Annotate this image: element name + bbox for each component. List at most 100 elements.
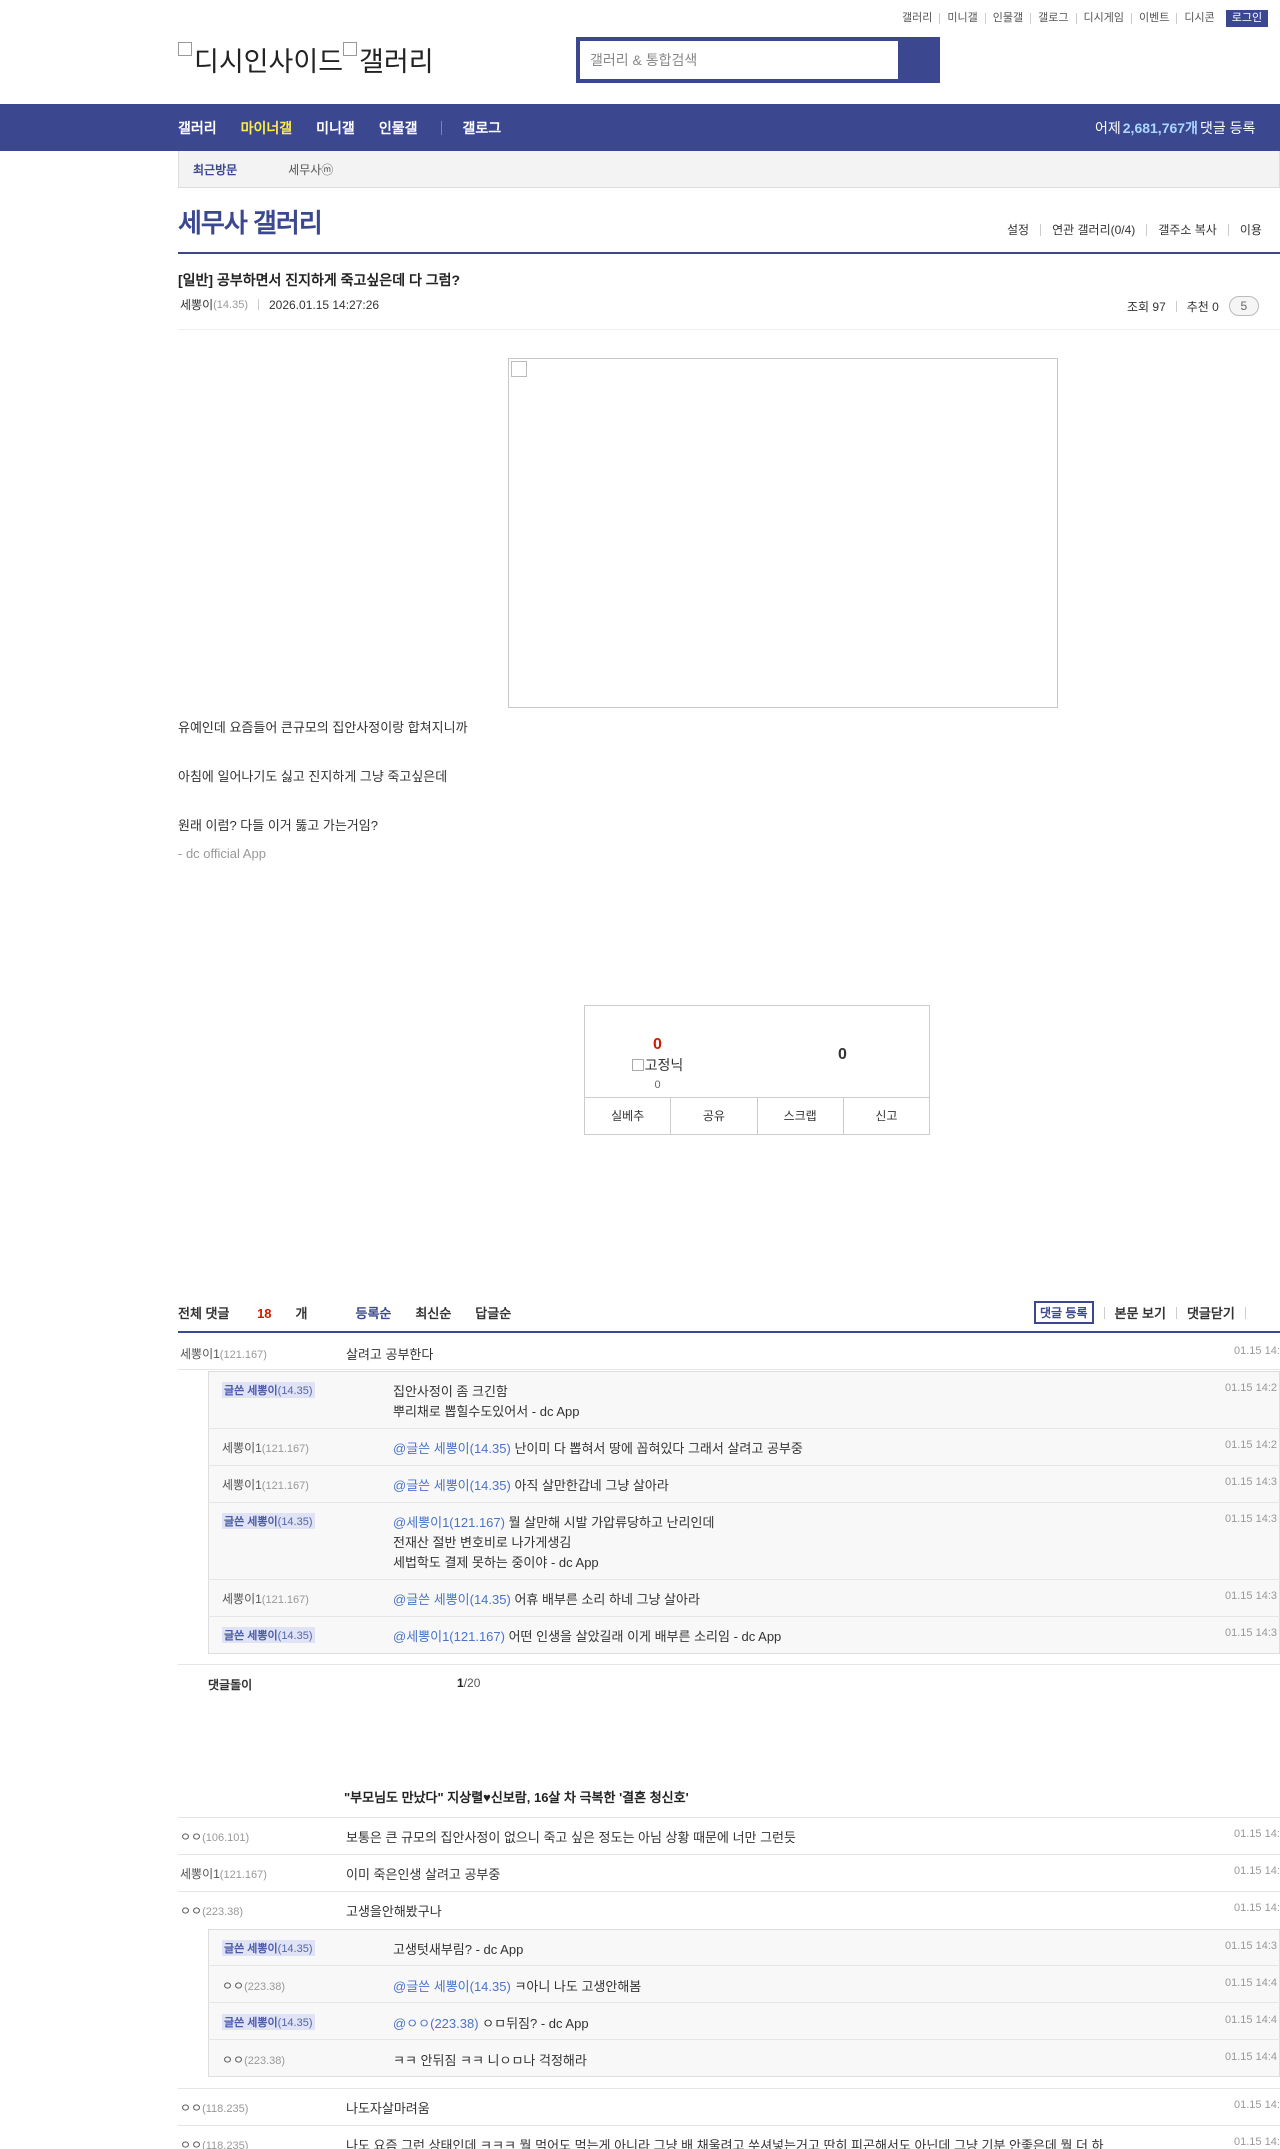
comment-text: @글쓴 세뽕이(14.35) 난이미 다 뽑혀서 땅에 꼽혀있다 그래서 살려고… (393, 1441, 803, 1456)
comment-nick-writer[interactable]: 글쓴 세뽕이(14.35) (222, 1513, 315, 1529)
gallery-option-settings[interactable]: 설정 (1007, 224, 1040, 236)
comment-text: 나도 요즘 그런 상태인데 ㅋㅋㅋ 뭘 먹어도 먹는게 아니라 그냥 배 채울려… (346, 2138, 1104, 2149)
reply-divider (208, 2039, 1280, 2040)
comment-nick-writer[interactable]: 글쓴 세뽕이(14.35) (222, 2014, 315, 2030)
comment-text: @세뽕이1(121.167) 어떤 인생을 살았길래 이게 배부른 소리임 - … (393, 1629, 782, 1644)
ad-headline-link[interactable]: "부모님도 만났다" 지상렬♥신보람, 16살 차 극복한 '결혼 청신호' (344, 1787, 689, 1806)
utility-links: 갤러리 미니갤 인물갤 갤로그 디시게임 이벤트 디시콘 로그인 (902, 9, 1269, 27)
util-link-event[interactable]: 이벤트 (1130, 12, 1176, 24)
stat-prefix: 어제 (1095, 119, 1121, 136)
gnb-item-persongall[interactable]: 인물갤 (379, 118, 418, 138)
logo-text-gallery: 갤러리 (359, 47, 434, 77)
comment-nick[interactable]: ㅇㅇ(223.38) (222, 1977, 285, 1994)
logo-text-dcinside: 디시인사이드 (194, 47, 344, 77)
gallery-option-related[interactable]: 연관 갤러리(0/4) (1040, 224, 1146, 236)
search-button[interactable] (898, 41, 936, 79)
search-input[interactable] (580, 41, 898, 79)
recent-visit-item[interactable]: 세무사ⓜ (288, 161, 333, 178)
gallery-title[interactable]: 세무사 갤러리 (178, 203, 323, 240)
comment-text: 이미 죽은인생 살려고 공부중 (346, 1867, 501, 1882)
comment-date: 01.15 14: (1234, 1865, 1280, 1877)
comment-date: 01.15 14: (1234, 1345, 1280, 1357)
util-link-gallog[interactable]: 갤로그 (1030, 12, 1075, 24)
comment-text: 집안사정이 좀 크긴함 뿌리채로 뽑힐수도있어서 - dc App (393, 1384, 580, 1419)
comment-register-button[interactable]: 댓글 등록 (1034, 1301, 1094, 1324)
recent-visit-title[interactable]: 최근방문 (179, 161, 251, 178)
sort-replies[interactable]: 답글순 (475, 1303, 511, 1322)
comment-text: @글쓴 세뽕이(14.35) 아직 살만한갑네 그냥 살아라 (393, 1478, 669, 1493)
sort-latest[interactable]: 최신순 (415, 1303, 451, 1322)
login-button[interactable]: 로그인 (1225, 9, 1269, 27)
post-header-divider (178, 329, 1280, 330)
comment-total: 전체 댓글 18 개 (178, 1306, 308, 1321)
close-comments-button[interactable]: 댓글닫기 (1187, 1303, 1235, 1322)
site-logo[interactable]: 디시인사이드 갤러리 (178, 40, 434, 79)
reply-divider (208, 1465, 1280, 1466)
comment-nick-writer[interactable]: 글쓴 세뽕이(14.35) (222, 1627, 315, 1643)
post-author[interactable]: 세뽕이 (180, 296, 213, 313)
view-body-button[interactable]: 본문 보기 (1115, 1303, 1166, 1322)
post-author-ip: (14.35) (213, 298, 248, 311)
post-image[interactable] (508, 358, 1058, 708)
reply-divider (208, 1502, 1280, 1503)
comment-nick[interactable]: ㅇㅇ(118.235) (180, 2136, 248, 2149)
util-link-gallery[interactable]: 갤러리 (902, 12, 939, 24)
comment-date: 01.15 14:4 (1225, 1977, 1277, 1989)
comment-date: 01.15 14:4 (1225, 2014, 1277, 2026)
gnb-item-gallery[interactable]: 갤러리 (178, 118, 217, 138)
comment-nick-writer[interactable]: 글쓴 세뽕이(14.35) (222, 1382, 315, 1398)
gallery-option-usage[interactable]: 이용 (1227, 224, 1273, 236)
reply-group (208, 1371, 1280, 1654)
post-body-line: 아침에 일어나기도 싫고 진지하게 그냥 죽고싶은데 (178, 769, 448, 784)
post-date: 2026.01.15 14:27:26 (268, 297, 380, 312)
comment-nick-writer[interactable]: 글쓴 세뽕이(14.35) (222, 1940, 315, 1956)
recommend-up[interactable]: 0 고정닉 0 (585, 1036, 730, 1091)
comment-nick[interactable]: ㅇㅇ(223.38) (180, 1902, 243, 1919)
gnb-menu: 갤러리 마이너갤 미니갤 인물갤 갤로그 (178, 104, 525, 151)
gnb-item-minigall[interactable]: 미니갤 (316, 118, 355, 138)
meta-divider (257, 299, 259, 310)
util-link-dcgame[interactable]: 디시게임 (1075, 12, 1131, 24)
fixed-nick-count: 0 (654, 1079, 661, 1091)
comment-text: @글쓴 세뽕이(14.35) ㅋ아니 나도 고생안해봄 (393, 1979, 642, 1994)
comment-nick[interactable]: ㅇㅇ(223.38) (222, 2051, 285, 2068)
comment-date: 01.15 14:3 (1225, 1940, 1277, 1952)
post-recommend: 추천 0 (1186, 299, 1219, 314)
comment-divider (178, 1854, 1280, 1855)
report-button[interactable]: 신고 (842, 1098, 929, 1134)
comment-pagination[interactable]: 1/20 (457, 1676, 480, 1690)
recommend-down-count[interactable]: 0 (838, 1046, 847, 1064)
post-title: [일반] 공부하면서 진지하게 죽고싶은데 다 그럼? (178, 272, 461, 288)
share-button[interactable]: 공유 (670, 1098, 756, 1134)
gnb-comment-stat: 어제 2,681,767개 댓글 등록 (1095, 104, 1255, 151)
scrap-button[interactable]: 스크랩 (756, 1098, 843, 1134)
comment-nick[interactable]: 세뽕이1(121.167) (222, 1476, 309, 1493)
comment-nick[interactable]: ㅇㅇ(118.235) (180, 2099, 248, 2116)
comment-nick[interactable]: 세뽕이1(121.167) (222, 1439, 309, 1456)
gnb-separator (441, 120, 443, 135)
gnb-item-minorgall[interactable]: 마이너갤 (241, 118, 293, 138)
action-divider (1175, 1306, 1177, 1319)
comment-count-pill[interactable]: 5 (1228, 296, 1259, 316)
reply-divider (208, 2002, 1280, 2003)
comment-nick[interactable]: 세뽕이1(121.167) (180, 1345, 267, 1362)
post-counts: 조회 97 추천 0 5 (1127, 296, 1259, 316)
util-link-minigall[interactable]: 미니갤 (939, 12, 984, 24)
comment-divider (178, 1369, 1280, 1370)
stat-count: 2,681,767개 (1122, 119, 1198, 136)
comment-divider (178, 1664, 1280, 1665)
util-link-dccon[interactable]: 디시콘 (1176, 12, 1221, 24)
comment-nick[interactable]: ㅇㅇ(106.101) (180, 1828, 249, 1845)
comment-text: 보통은 큰 규모의 집안사정이 없으니 죽고 싶은 정도는 아님 상황 때문에 … (346, 1830, 796, 1845)
comment-tabs: 전체 댓글 18 개 등록순 최신순 답글순 (178, 1303, 535, 1322)
comment-nick[interactable]: 세뽕이1(121.167) (222, 1590, 309, 1607)
reply-divider (208, 1428, 1280, 1429)
gallery-option-copy-url[interactable]: 갤주소 복사 (1146, 224, 1228, 236)
util-link-persongall[interactable]: 인물갤 (984, 12, 1030, 24)
comment-nick[interactable]: 세뽕이1(121.167) (180, 1865, 267, 1882)
gnb-item-gallog[interactable]: 갤로그 (462, 118, 501, 138)
comment-date: 01.15 14:2 (1225, 1439, 1277, 1451)
realbest-button[interactable]: 실베추 (585, 1098, 670, 1134)
action-divider (1244, 1306, 1246, 1319)
sort-registered[interactable]: 등록순 (356, 1303, 392, 1322)
